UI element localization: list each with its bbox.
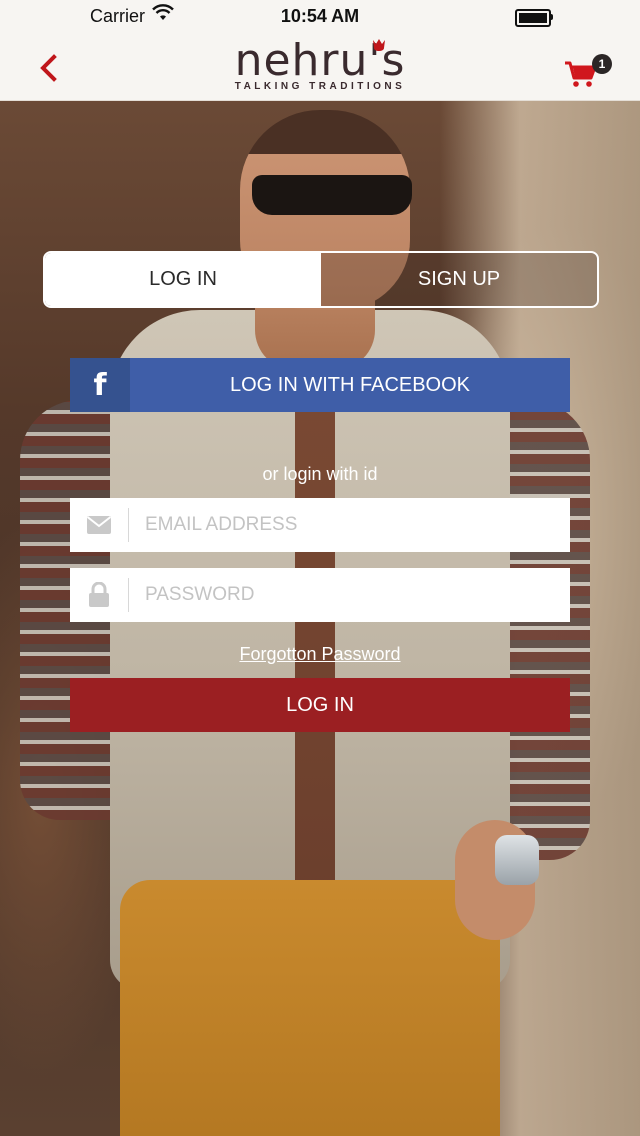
background-watch — [495, 835, 539, 885]
facebook-login-label: LOG IN WITH FACEBOOK — [130, 358, 570, 412]
cart-button[interactable]: 1 — [564, 50, 612, 90]
login-divider-text: or login with id — [262, 464, 378, 484]
password-input[interactable] — [129, 567, 570, 623]
password-field-container — [70, 567, 570, 623]
battery-tip — [550, 14, 553, 20]
battery-icon — [515, 9, 551, 27]
logo-tagline: TALKING TRADITIONS — [234, 81, 406, 92]
envelope-icon — [70, 498, 128, 552]
facebook-login-button[interactable]: f LOG IN WITH FACEBOOK — [70, 358, 570, 412]
tab-login[interactable]: LOG IN — [45, 253, 321, 306]
facebook-icon-box: f — [70, 358, 130, 412]
forgot-password-row: Forgotton Password — [0, 644, 640, 665]
cart-count-badge: 1 — [592, 54, 612, 74]
logo-wordmark: nehru's — [234, 35, 406, 86]
email-field-container — [70, 497, 570, 553]
nav-bar: nehru's TALKING TRADITIONS 1 — [0, 36, 640, 101]
background-pants — [120, 880, 500, 1136]
facebook-icon: f — [93, 367, 107, 403]
auth-tab-control: LOG IN SIGN UP — [43, 251, 599, 308]
status-bar: Carrier 10:54 AM — [0, 0, 640, 36]
login-submit-button[interactable]: LOG IN — [70, 678, 570, 732]
brand-logo: nehru's TALKING TRADITIONS — [0, 36, 640, 92]
tulip-logo-icon — [373, 39, 385, 51]
forgot-password-link[interactable]: Forgotton Password — [239, 644, 400, 664]
tab-signup[interactable]: SIGN UP — [321, 253, 597, 306]
lock-icon — [70, 568, 128, 622]
background-sunglasses — [252, 175, 412, 215]
email-input[interactable] — [129, 497, 570, 553]
